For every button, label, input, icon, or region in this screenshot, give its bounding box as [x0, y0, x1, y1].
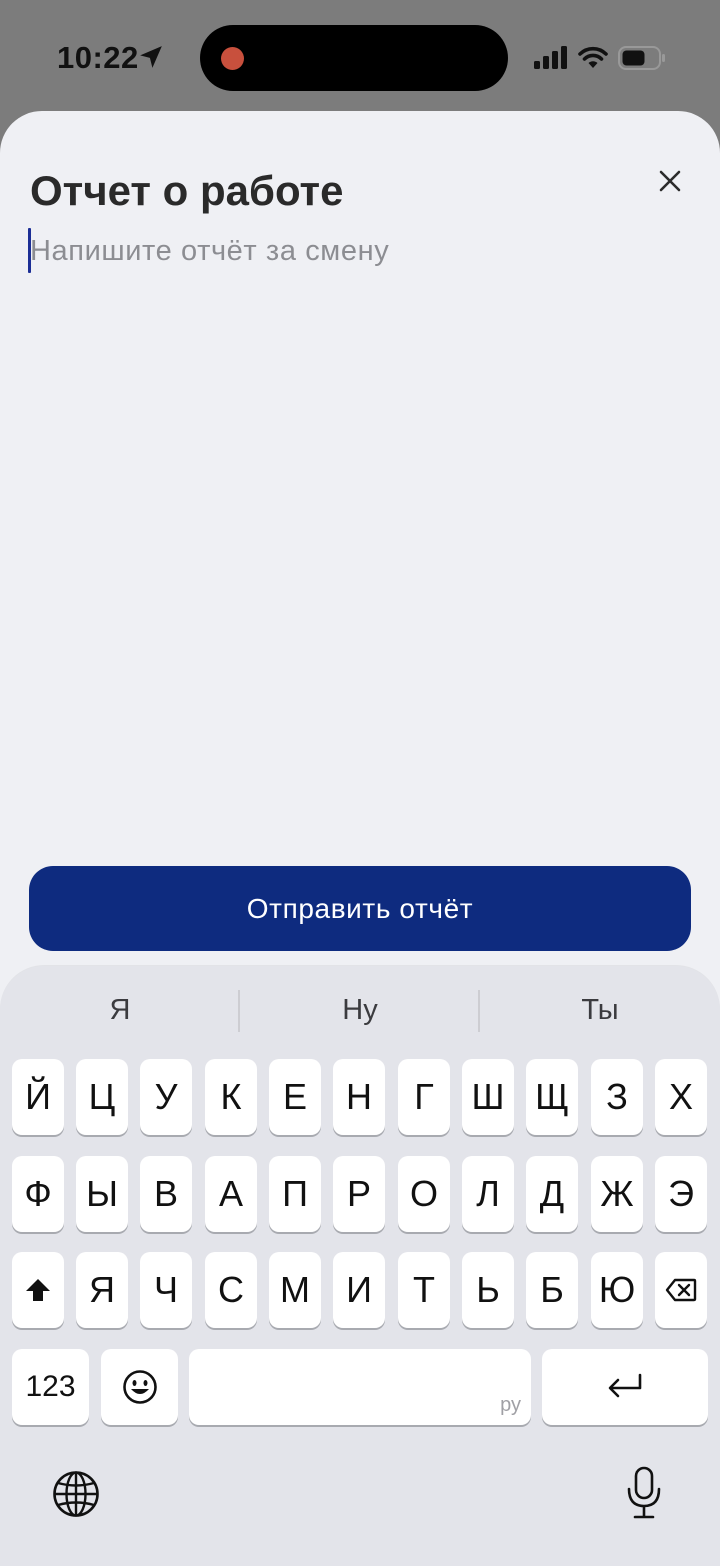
submit-report-button[interactable]: Отправить отчёт [29, 866, 691, 951]
keyboard: Я Ну Ты Й Ц У К Е Н Г Ш Щ З Х Ф Ы В А П … [0, 966, 720, 1566]
key[interactable]: Ц [76, 1059, 128, 1135]
report-text-input[interactable] [28, 229, 680, 815]
key[interactable]: Ь [462, 1252, 514, 1328]
close-button[interactable] [650, 161, 690, 201]
key[interactable]: Ы [76, 1156, 128, 1232]
wifi-icon [578, 46, 608, 68]
key[interactable]: В [140, 1156, 192, 1232]
key[interactable]: И [333, 1252, 385, 1328]
suggestion-2[interactable]: Ну [260, 994, 460, 1027]
key[interactable]: Р [333, 1156, 385, 1232]
dynamic-island [200, 25, 508, 91]
globe-icon[interactable] [52, 1470, 100, 1518]
key[interactable]: С [205, 1252, 257, 1328]
key[interactable]: Ш [462, 1059, 514, 1135]
key[interactable]: Э [655, 1156, 707, 1232]
location-arrow-icon [140, 46, 162, 68]
key[interactable]: П [269, 1156, 321, 1232]
key[interactable]: А [205, 1156, 257, 1232]
key-row-2: Ф Ы В А П Р О Л Д Ж Э [0, 1156, 720, 1236]
space-key[interactable]: ру [189, 1349, 531, 1425]
return-key[interactable] [542, 1349, 708, 1425]
key[interactable]: Щ [526, 1059, 578, 1135]
key[interactable]: Е [269, 1059, 321, 1135]
shift-key[interactable] [12, 1252, 64, 1328]
emoji-key[interactable] [101, 1349, 178, 1425]
key[interactable]: Я [76, 1252, 128, 1328]
status-time: 10:22 [57, 40, 139, 75]
backspace-icon [665, 1278, 697, 1302]
emoji-icon [122, 1370, 157, 1404]
suggestion-divider [478, 990, 480, 1032]
backspace-key[interactable] [655, 1252, 707, 1328]
close-icon [659, 170, 681, 192]
key[interactable]: Х [655, 1059, 707, 1135]
space-language-label: ру [500, 1394, 521, 1416]
sheet-title: Отчет о работе [30, 167, 344, 214]
suggestion-1[interactable]: Я [20, 994, 220, 1027]
key[interactable]: Ф [12, 1156, 64, 1232]
key[interactable]: Ю [591, 1252, 643, 1328]
key[interactable]: Г [398, 1059, 450, 1135]
status-bar: 10:22 [0, 0, 720, 112]
key[interactable]: Т [398, 1252, 450, 1328]
key[interactable]: З [591, 1059, 643, 1135]
microphone-icon[interactable] [624, 1466, 664, 1520]
key[interactable]: Й [12, 1059, 64, 1135]
key[interactable]: Б [526, 1252, 578, 1328]
key-row-4: 123 ру [0, 1349, 720, 1429]
key[interactable]: К [205, 1059, 257, 1135]
key[interactable]: Н [333, 1059, 385, 1135]
suggestion-3[interactable]: Ты [500, 994, 700, 1027]
key-row-1: Й Ц У К Е Н Г Ш Щ З Х [0, 1059, 720, 1139]
key[interactable]: М [269, 1252, 321, 1328]
signal-bars-icon [534, 46, 567, 69]
suggestion-divider [238, 990, 240, 1032]
return-icon [608, 1373, 642, 1398]
key-row-3: Я Ч С М И Т Ь Б Ю [0, 1252, 720, 1332]
key[interactable]: Д [526, 1156, 578, 1232]
shift-icon [26, 1279, 50, 1301]
numbers-key[interactable]: 123 [12, 1349, 89, 1425]
key[interactable]: Ж [591, 1156, 643, 1232]
key[interactable]: Ч [140, 1252, 192, 1328]
key[interactable]: У [140, 1059, 192, 1135]
battery-icon [618, 46, 665, 70]
key[interactable]: О [398, 1156, 450, 1232]
key[interactable]: Л [462, 1156, 514, 1232]
recording-indicator [221, 47, 244, 70]
